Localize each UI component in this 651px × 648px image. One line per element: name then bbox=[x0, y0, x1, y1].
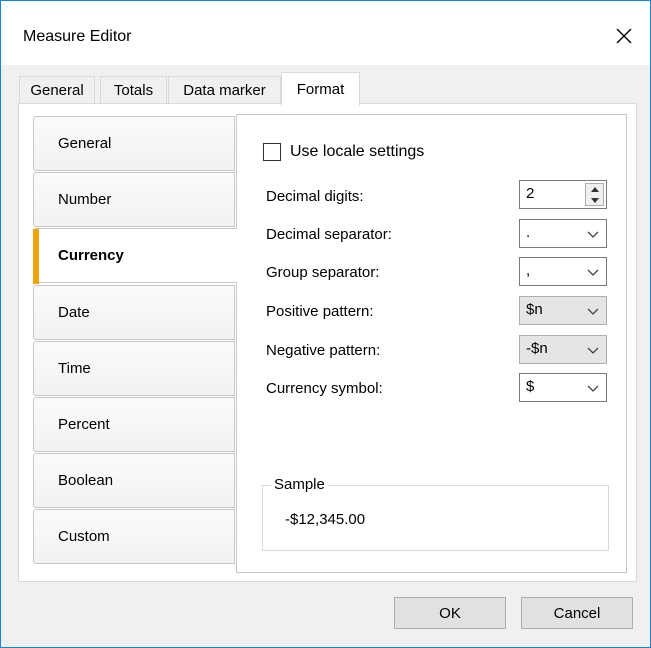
nav-item-label: Date bbox=[58, 304, 90, 321]
negative-pattern-value: -$n bbox=[526, 340, 548, 357]
decimal-separator-label: Decimal separator: bbox=[266, 226, 392, 243]
window-title: Measure Editor bbox=[23, 28, 132, 45]
chevron-down-icon bbox=[587, 385, 599, 392]
group-separator-value: , bbox=[526, 262, 531, 279]
nav-item-time[interactable]: Time bbox=[33, 341, 235, 396]
decimal-digits-label: Decimal digits: bbox=[266, 188, 364, 205]
chevron-down-icon bbox=[587, 308, 599, 315]
sample-value: -$12,345.00 bbox=[285, 511, 366, 528]
currency-symbol-label: Currency symbol: bbox=[266, 380, 383, 397]
spin-up-icon[interactable] bbox=[586, 184, 603, 194]
positive-pattern-select[interactable]: $n bbox=[519, 296, 607, 325]
chevron-down-icon bbox=[587, 269, 599, 276]
close-button[interactable] bbox=[608, 20, 640, 52]
use-locale-label: Use locale settings bbox=[290, 143, 425, 160]
negative-pattern-select[interactable]: -$n bbox=[519, 335, 607, 364]
ok-button[interactable]: OK bbox=[394, 597, 506, 629]
chevron-down-icon bbox=[587, 231, 599, 238]
nav-item-boolean[interactable]: Boolean bbox=[33, 453, 235, 508]
nav-item-label: Number bbox=[58, 191, 112, 208]
chevron-down-icon bbox=[587, 347, 599, 354]
close-icon bbox=[616, 28, 632, 44]
group-separator-label: Group separator: bbox=[266, 264, 380, 281]
tab-data-marker[interactable]: Data marker bbox=[168, 76, 281, 104]
nav-item-custom[interactable]: Custom bbox=[33, 509, 235, 564]
currency-symbol-value: $ bbox=[526, 378, 535, 395]
spin-buttons[interactable] bbox=[585, 183, 604, 206]
spin-down-icon[interactable] bbox=[586, 195, 603, 205]
decimal-digits-spinner[interactable]: 2 bbox=[519, 180, 607, 209]
group-separator-select[interactable]: , bbox=[519, 257, 607, 286]
nav-item-label: Time bbox=[58, 360, 91, 377]
decimal-separator-select[interactable]: . bbox=[519, 219, 607, 248]
nav-item-general[interactable]: General bbox=[33, 116, 235, 171]
nav-item-label: General bbox=[58, 135, 112, 152]
nav-item-number[interactable]: Number bbox=[33, 172, 235, 227]
title-bar: Measure Editor bbox=[1, 1, 650, 65]
cancel-button[interactable]: Cancel bbox=[521, 597, 633, 629]
positive-pattern-value: $n bbox=[526, 301, 543, 318]
nav-item-currency[interactable]: Currency bbox=[33, 228, 237, 284]
use-locale-checkbox[interactable] bbox=[263, 143, 281, 161]
tab-format[interactable]: Format bbox=[281, 72, 360, 106]
sample-label: Sample bbox=[271, 476, 328, 493]
decimal-separator-value: . bbox=[526, 224, 531, 241]
negative-pattern-label: Negative pattern: bbox=[266, 342, 381, 359]
nav-item-label: Currency bbox=[58, 247, 124, 264]
nav-item-date[interactable]: Date bbox=[33, 285, 235, 340]
nav-item-label: Percent bbox=[58, 416, 110, 433]
nav-item-percent[interactable]: Percent bbox=[33, 397, 235, 452]
active-accent-bar bbox=[33, 229, 39, 284]
nav-item-label: Custom bbox=[58, 528, 110, 545]
nav-item-label: Boolean bbox=[58, 472, 114, 489]
tab-general[interactable]: General bbox=[19, 76, 95, 104]
currency-symbol-select[interactable]: $ bbox=[519, 373, 607, 402]
positive-pattern-label: Positive pattern: bbox=[266, 303, 374, 320]
tab-totals[interactable]: Totals bbox=[100, 76, 167, 104]
decimal-digits-value: 2 bbox=[526, 185, 535, 202]
